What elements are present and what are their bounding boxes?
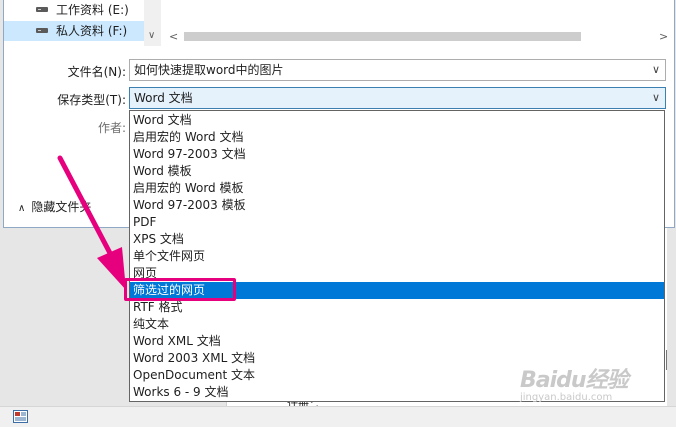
scroll-right-icon[interactable]: > (659, 30, 668, 43)
chevron-up-icon: ∧ (18, 203, 26, 214)
hide-folders-toggle[interactable]: ∧ 隐藏文件夹 (18, 198, 91, 215)
scrollbar-thumb[interactable] (184, 32, 581, 41)
save-type-option[interactable]: 纯文本 (130, 316, 664, 333)
nav-item-label: 工作资料 (E:) (56, 3, 129, 17)
drive-icon (36, 7, 48, 12)
nav-item-label: 私人资料 (F:) (56, 24, 128, 38)
save-type-option[interactable]: 启用宏的 Word 模板 (130, 180, 664, 197)
save-type-select[interactable]: Word 文档 ∨ (129, 87, 666, 109)
nav-pane-scrollbar[interactable]: ∨ (144, 0, 161, 46)
chevron-down-icon[interactable]: ∨ (652, 60, 660, 80)
status-bar (0, 406, 676, 427)
save-type-option[interactable]: RTF 格式 (130, 299, 664, 316)
save-type-option[interactable]: Word 97-2003 模板 (130, 197, 664, 214)
nav-item-drive-f[interactable]: 私人资料 (F:) (4, 21, 144, 41)
save-type-dropdown-list: Word 文档 启用宏的 Word 文档 Word 97-2003 文档 Word 模… (129, 110, 665, 402)
save-type-option[interactable]: Word XML 文档 (130, 333, 664, 350)
save-type-option[interactable]: Word 模板 (130, 163, 664, 180)
filename-label: 文件名(N): (67, 65, 126, 79)
watermark-url: jingyan.baidu.com (520, 392, 613, 403)
annotation-arrow-head (97, 247, 126, 290)
annotation-highlight-box (124, 278, 236, 301)
save-type-value: Word 文档 (134, 91, 193, 105)
author-label: 作者: (97, 121, 126, 135)
scroll-left-icon[interactable]: < (169, 30, 178, 43)
baidu-watermark-logo: Baidu经验 jingyan.baidu.com (514, 362, 664, 406)
save-type-option[interactable]: 单个文件网页 (130, 248, 664, 265)
filename-field[interactable]: 如何快速提取word中的图片 ∨ (129, 59, 666, 81)
chevron-down-icon[interactable]: ∨ (652, 88, 660, 108)
file-list-horizontal-scrollbar[interactable]: < > (164, 28, 672, 45)
save-type-label: 保存类型(T): (57, 93, 126, 107)
drive-icon (36, 28, 48, 33)
nav-item-drive-e[interactable]: 工作资料 (E:) (4, 0, 144, 20)
document-status-icon[interactable] (13, 410, 28, 423)
navigation-pane: 工作资料 (E:) 私人资料 (F:) (4, 0, 144, 46)
watermark-brand: Baidu经验 (520, 368, 629, 393)
document-text-cursor (666, 350, 667, 370)
save-type-option[interactable]: PDF (130, 214, 664, 231)
save-type-option[interactable]: Word 97-2003 文档 (130, 146, 664, 163)
chevron-down-icon[interactable]: ∨ (148, 30, 155, 41)
save-type-option[interactable]: 启用宏的 Word 文档 (130, 129, 664, 146)
filename-value: 如何快速提取word中的图片 (134, 63, 284, 77)
hide-folders-label: 隐藏文件夹 (31, 200, 92, 214)
save-type-option[interactable]: Word 文档 (130, 112, 664, 129)
save-type-option[interactable]: XPS 文档 (130, 231, 664, 248)
